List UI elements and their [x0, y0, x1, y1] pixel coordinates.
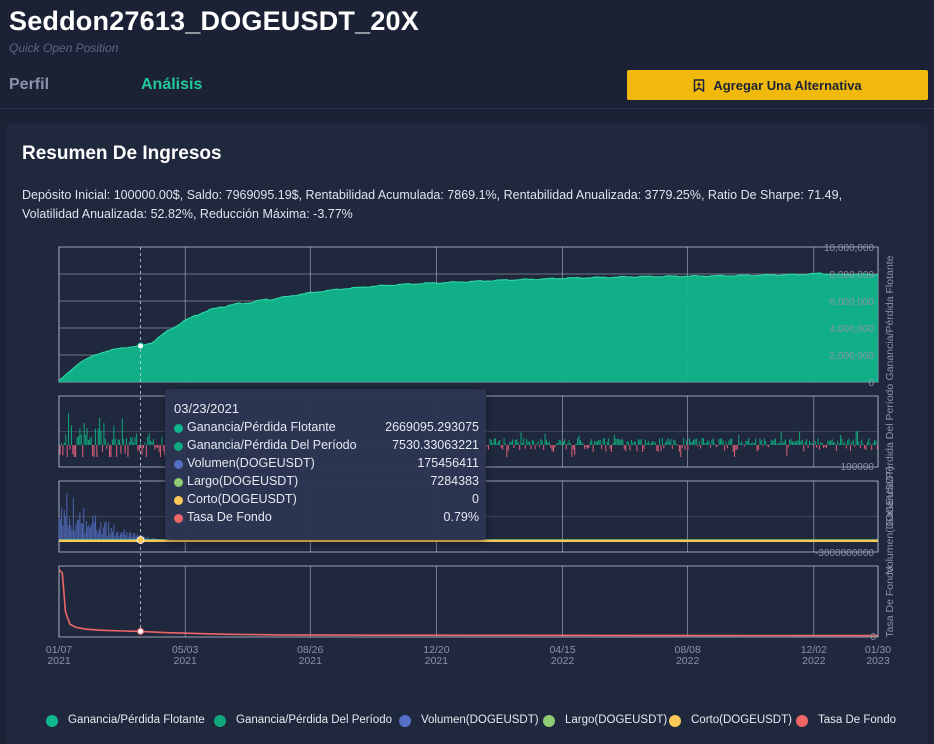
- legend-dot: [46, 715, 58, 727]
- legend-dot: [796, 715, 808, 727]
- tooltip-value: 7284383: [430, 474, 479, 488]
- tooltip-dot: [174, 460, 183, 469]
- add-alternative-button[interactable]: Agregar Una Alternativa: [627, 70, 928, 100]
- legend-label: Tasa De Fondo: [818, 714, 896, 726]
- tooltip-label: Corto(DOGEUSDT): [187, 492, 297, 506]
- summary-stats-line-1: Depósito Inicial: 100000.00$, Saldo: 796…: [22, 188, 843, 202]
- tooltip-value: 175456411: [417, 456, 479, 470]
- tooltip-value: 0: [472, 492, 479, 506]
- legend-label: Ganancia/Pérdida Del Período: [236, 714, 392, 726]
- legend-dot: [669, 715, 681, 727]
- page-header: Seddon27613_DOGEUSDT_20X Quick Open Posi…: [0, 0, 934, 109]
- chart-tooltip: 03/23/2021 Ganancia/Pérdida Flotante 266…: [165, 389, 486, 540]
- tab-perfil[interactable]: Perfil: [9, 76, 49, 94]
- legend-dot: [543, 715, 555, 727]
- tooltip-row: Tasa De Fondo 0.79%: [174, 510, 479, 528]
- legend-dot: [214, 715, 226, 727]
- tooltip-label: Largo(DOGEUSDT): [187, 474, 299, 488]
- tooltip-label: Volumen(DOGEUSDT): [187, 456, 315, 470]
- tooltip-row: Ganancia/Pérdida Del Período 7530.330632…: [174, 438, 479, 456]
- legend-label: Corto(DOGEUSDT): [691, 714, 792, 726]
- tooltip-row: Largo(DOGEUSDT) 7284383: [174, 474, 479, 492]
- tooltip-dot: [174, 478, 183, 487]
- tooltip-label: Tasa De Fondo: [187, 510, 272, 524]
- page-subtitle: Quick Open Position: [9, 41, 119, 55]
- legend-label: Ganancia/Pérdida Flotante: [68, 714, 205, 726]
- tooltip-row: Ganancia/Pérdida Flotante 2669095.293075: [174, 420, 479, 438]
- tooltip-dot: [174, 514, 183, 523]
- tooltip-dot: [174, 496, 183, 505]
- tooltip-date: 03/23/2021: [174, 401, 240, 416]
- tooltip-row: Corto(DOGEUSDT) 0: [174, 492, 479, 510]
- add-alternative-label: Agregar Una Alternativa: [713, 77, 862, 93]
- page-title: Seddon27613_DOGEUSDT_20X: [9, 6, 419, 36]
- tooltip-value: 7530.33063221: [392, 438, 479, 452]
- tooltip-label: Ganancia/Pérdida Flotante: [187, 420, 336, 434]
- summary-stats-line-2: Volatilidad Anualizada: 52.82%, Reducció…: [22, 207, 353, 221]
- summary-stats: Depósito Inicial: 100000.00$, Saldo: 796…: [22, 186, 912, 224]
- bookmark-plus-icon: [694, 78, 705, 92]
- legend-label: Volumen(DOGEUSDT): [421, 714, 539, 726]
- tab-analisis[interactable]: Análisis: [141, 76, 202, 94]
- tooltip-value: 0.79%: [443, 510, 479, 524]
- tooltip-dot: [174, 424, 183, 433]
- tooltip-row: Volumen(DOGEUSDT) 175456411: [174, 456, 479, 474]
- section-title: Resumen De Ingresos: [22, 143, 222, 164]
- legend-dot: [399, 715, 411, 727]
- tooltip-label: Ganancia/Pérdida Del Período: [187, 438, 357, 452]
- legend-label: Largo(DOGEUSDT): [565, 714, 668, 726]
- tooltip-dot: [174, 442, 183, 451]
- tooltip-value: 2669095.293075: [385, 420, 479, 434]
